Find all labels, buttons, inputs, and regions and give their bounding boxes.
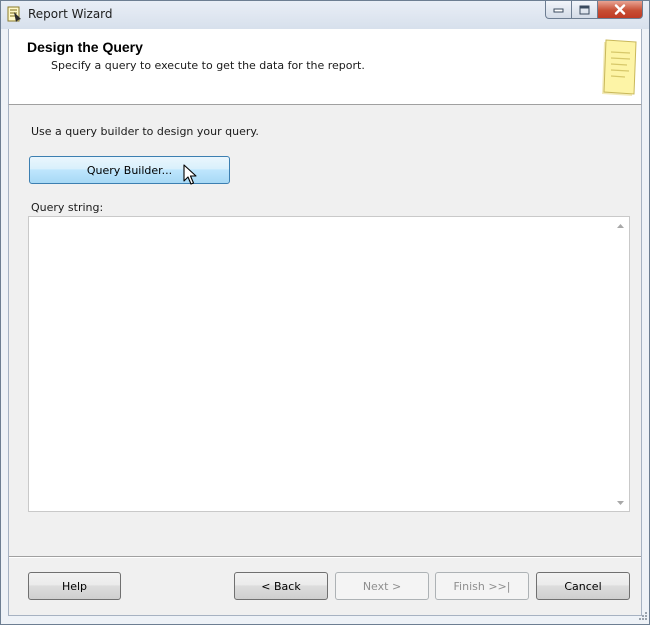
query-builder-button[interactable]: Query Builder...: [29, 156, 230, 184]
instruction-text: Use a query builder to design your query…: [31, 125, 259, 138]
footer-separator: [9, 556, 641, 558]
page-title: Design the Query: [27, 39, 143, 55]
page-subtitle: Specify a query to execute to get the da…: [51, 59, 365, 72]
minimize-icon: [553, 8, 564, 12]
query-string-input[interactable]: [29, 217, 612, 511]
minimize-button[interactable]: [545, 1, 572, 19]
scroll-up-arrow-icon: [617, 223, 624, 228]
close-button[interactable]: [598, 1, 643, 19]
window-title: Report Wizard: [28, 7, 113, 21]
report-wizard-window: Report Wizard Design the Query Specify a…: [0, 0, 650, 625]
maximize-icon: [579, 5, 590, 14]
scroll-down-arrow-icon: [617, 500, 624, 505]
scroll-up-button[interactable]: [612, 217, 629, 234]
maximize-button[interactable]: [572, 1, 598, 19]
query-string-box: [28, 216, 630, 512]
close-icon: [614, 4, 626, 15]
report-document-icon: [602, 39, 637, 96]
next-button[interactable]: Next >: [335, 572, 429, 600]
mouse-pointer-icon: [183, 164, 197, 185]
help-button[interactable]: Help: [28, 572, 121, 600]
caption-buttons: [545, 1, 643, 19]
resize-grip-icon[interactable]: [636, 611, 648, 623]
cancel-button[interactable]: Cancel: [536, 572, 630, 600]
query-string-label: Query string:: [31, 201, 104, 214]
vertical-scrollbar[interactable]: [612, 217, 629, 511]
finish-button[interactable]: Finish >>|: [435, 572, 529, 600]
wizard-body: Use a query builder to design your query…: [8, 105, 642, 616]
scroll-down-button[interactable]: [612, 494, 629, 511]
back-button[interactable]: < Back: [234, 572, 328, 600]
report-wizard-app-icon: [7, 6, 21, 22]
wizard-header: Design the Query Specify a query to exec…: [8, 29, 642, 105]
title-bar[interactable]: Report Wizard: [1, 1, 649, 29]
